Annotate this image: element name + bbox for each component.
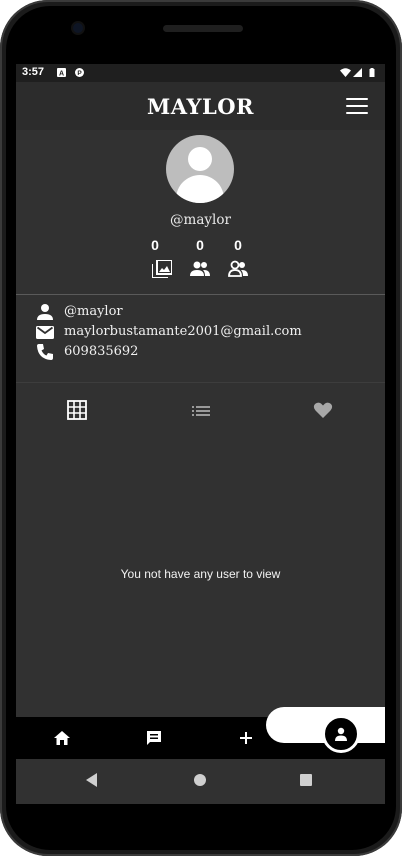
photo-library-icon[interactable] [152, 260, 172, 278]
hamburger-menu-icon[interactable] [346, 98, 368, 116]
system-navigation-bar [0, 760, 402, 800]
list-icon[interactable] [191, 400, 211, 420]
svg-text:P: P [77, 70, 82, 77]
app-screen: 3:57 A P MAYLOR @maylor 0 0 0 @maylor ma… [16, 64, 385, 804]
followers-count: 0 [196, 237, 204, 253]
earpiece-speaker [163, 25, 243, 32]
person-icon [37, 304, 53, 320]
chat-icon[interactable] [145, 729, 163, 747]
app-title: MAYLOR [147, 94, 254, 119]
svg-text:A: A [59, 71, 64, 78]
phone-icon [37, 344, 53, 360]
tabs-divider [16, 382, 385, 383]
home-circle-icon[interactable] [194, 774, 206, 786]
signal-icon [353, 68, 362, 77]
following-icon[interactable] [228, 260, 248, 278]
phone-frame: 3:57 A P MAYLOR @maylor 0 0 0 @maylor ma… [0, 0, 402, 856]
profile-tab-button[interactable] [322, 715, 360, 753]
info-phone: 609835692 [64, 344, 139, 359]
app-bar: MAYLOR [16, 82, 385, 130]
status-bar: 3:57 A P [16, 64, 385, 82]
following-count: 0 [234, 237, 242, 253]
back-icon[interactable] [86, 773, 97, 787]
avatar[interactable] [166, 135, 234, 203]
heart-icon[interactable] [313, 400, 333, 420]
status-time: 3:57 [22, 66, 45, 78]
notification-p-icon: P [75, 68, 84, 77]
front-camera [73, 23, 83, 33]
posts-count: 0 [151, 237, 159, 253]
info-username: @maylor [64, 304, 123, 319]
battery-icon [369, 68, 375, 77]
section-divider [16, 294, 385, 295]
profile-handle: @maylor [170, 212, 231, 228]
profile-icon [335, 727, 347, 741]
info-email: maylorbustamante2001@gmail.com [64, 324, 302, 339]
add-icon[interactable] [237, 729, 255, 747]
bottom-navigation [16, 707, 385, 759]
notification-a-icon: A [57, 68, 66, 77]
grid-icon[interactable] [67, 400, 87, 420]
home-icon[interactable] [53, 729, 71, 747]
followers-icon[interactable] [190, 260, 210, 278]
empty-state-message: You not have any user to view [120, 567, 281, 581]
wifi-icon [340, 68, 351, 77]
recents-icon[interactable] [300, 774, 312, 786]
email-icon [36, 326, 54, 339]
